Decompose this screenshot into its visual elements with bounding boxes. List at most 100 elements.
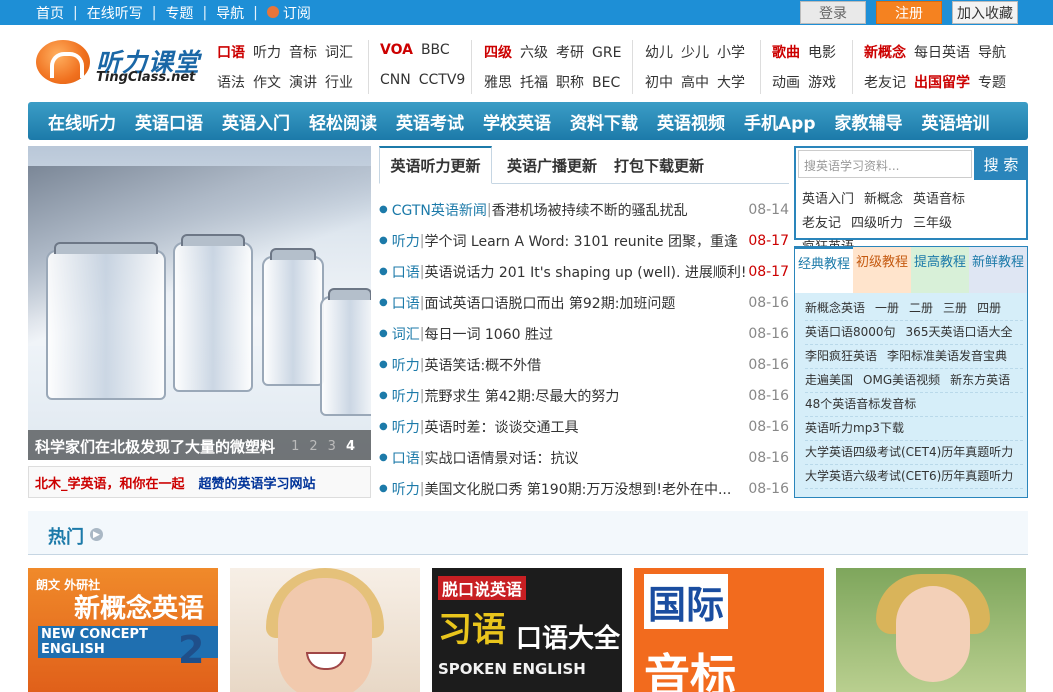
- cat-link[interactable]: BEC: [592, 75, 620, 91]
- list-item[interactable]: ● 听力 | 美国文化脱口秀 第190期:万万没想到!老外在中... 08-16: [379, 473, 789, 504]
- tutorial-link[interactable]: 走遍美国: [805, 373, 853, 387]
- nav-item[interactable]: 英语培训: [922, 109, 990, 134]
- hot-title[interactable]: 热门: [48, 523, 84, 549]
- cat-link[interactable]: 大学: [717, 75, 745, 91]
- list-item[interactable]: ● 词汇 | 每日一词 1060 胜过 08-16: [379, 318, 789, 349]
- list-item[interactable]: ● 口语 | 面试英语口语脱口而出 第92期:加班问题 08-16: [379, 287, 789, 318]
- item-title[interactable]: 学个词 Learn A Word: 3101 reunite 团聚，重逢: [424, 231, 738, 251]
- search-button[interactable]: 搜 索: [974, 148, 1028, 180]
- item-tag[interactable]: 听力: [392, 355, 420, 375]
- cat-link[interactable]: 动画: [772, 75, 800, 91]
- chevron-right-icon[interactable]: ▶: [90, 528, 103, 541]
- tutorial-link[interactable]: OMG美语视频: [863, 373, 940, 387]
- list-item[interactable]: ● 听力 | 英语时差：谈谈交通工具 08-16: [379, 411, 789, 442]
- list-item[interactable]: ● CGTN英语新闻 | 香港机场被持续不断的骚乱扰乱 08-14: [379, 194, 789, 225]
- nav-item[interactable]: 在线听力: [48, 109, 116, 134]
- keyword-link[interactable]: 英语音标: [913, 188, 965, 212]
- topics-link[interactable]: 专题: [165, 3, 193, 23]
- tab-advanced-tutorials[interactable]: 提高教程: [911, 247, 969, 293]
- cat-link[interactable]: 四级: [484, 45, 512, 61]
- cat-link[interactable]: 游戏: [808, 75, 836, 91]
- promo-link[interactable]: 北木_学英语，和你在一起: [35, 473, 185, 492]
- tutorial-link[interactable]: 365天英语口语大全: [906, 325, 1013, 339]
- home-link[interactable]: 首页: [36, 3, 64, 23]
- keyword-link[interactable]: 三年级: [913, 212, 952, 236]
- navigation-link[interactable]: 导航: [216, 3, 244, 23]
- add-favorite-button[interactable]: 加入收藏: [952, 1, 1018, 24]
- slide-dot[interactable]: 1: [291, 439, 299, 454]
- cat-link[interactable]: 专题: [978, 75, 1006, 91]
- tutorial-link[interactable]: 二册: [909, 301, 933, 315]
- nav-item[interactable]: 英语口语: [135, 109, 203, 134]
- list-item[interactable]: ● 听力 | 学个词 Learn A Word: 3101 reunite 团聚，重逢…: [379, 225, 789, 256]
- cat-link[interactable]: 小学: [717, 45, 745, 61]
- cat-link[interactable]: BBC: [421, 42, 450, 58]
- item-title[interactable]: 实战口语情景对话：抗议: [424, 448, 578, 468]
- slide-dot[interactable]: 2: [309, 439, 317, 454]
- cat-link[interactable]: 作文: [253, 75, 281, 91]
- cat-link[interactable]: 幼儿: [645, 45, 673, 61]
- item-tag[interactable]: 口语: [392, 448, 420, 468]
- cat-link[interactable]: 新概念: [864, 45, 906, 61]
- nav-item[interactable]: 英语考试: [396, 109, 464, 134]
- list-item[interactable]: ● 口语 | 英语说话力 201 It's shaping up (well). 进展…: [379, 256, 789, 287]
- nav-item[interactable]: 学校英语: [483, 109, 551, 134]
- search-input[interactable]: 搜英语学习资料...: [798, 150, 972, 178]
- cat-link[interactable]: 音标: [289, 45, 317, 61]
- item-title[interactable]: 每日一词 1060 胜过: [424, 324, 553, 344]
- nav-item[interactable]: 轻松阅读: [309, 109, 377, 134]
- tutorial-link[interactable]: 英语听力mp3下载: [805, 421, 904, 435]
- item-tag[interactable]: 听力: [392, 231, 420, 251]
- cat-link[interactable]: 雅思: [484, 75, 512, 91]
- nav-item[interactable]: 英语入门: [222, 109, 290, 134]
- tutorial-link[interactable]: 48个英语音标发音标: [805, 397, 916, 411]
- cat-link[interactable]: CNN: [380, 72, 411, 88]
- tab-classic-tutorials[interactable]: 经典教程: [795, 247, 853, 293]
- hot-thumb-new-concept[interactable]: 朗文 外研社 新概念英语 NEW CONCEPT ENGLISH 2: [28, 568, 218, 692]
- subscribe-link[interactable]: 订阅: [283, 3, 311, 23]
- hot-thumb-idioms-book[interactable]: 脱口说英语 习语 口语大全 SPOKEN ENGLISH: [432, 568, 622, 692]
- cat-link[interactable]: 托福: [520, 75, 548, 91]
- cat-link[interactable]: 出国留学: [914, 75, 970, 91]
- cat-link[interactable]: 歌曲: [772, 45, 800, 61]
- register-button[interactable]: 注册: [876, 1, 942, 24]
- cat-link[interactable]: 初中: [645, 75, 673, 91]
- item-tag[interactable]: 词汇: [392, 324, 420, 344]
- promo-link[interactable]: 超赞的英语学习网站: [199, 473, 316, 492]
- list-item[interactable]: ● 听力 | 英语笑话:概不外借 08-16: [379, 349, 789, 380]
- cat-link[interactable]: 语法: [217, 75, 245, 91]
- tutorial-link[interactable]: 李阳标准美语发音宝典: [887, 349, 1007, 363]
- item-title[interactable]: 面试英语口语脱口而出 第92期:加班问题: [424, 293, 675, 313]
- tutorial-link[interactable]: 一册: [875, 301, 899, 315]
- tutorial-link[interactable]: 四册: [977, 301, 1001, 315]
- list-item[interactable]: ● 听力 | 荒野求生 第42期:尽最大的努力 08-16: [379, 380, 789, 411]
- tutorial-link[interactable]: 大学英语六级考试(CET6)历年真题听力: [805, 469, 1013, 483]
- dictation-link[interactable]: 在线听写: [87, 3, 143, 23]
- item-tag[interactable]: 听力: [392, 417, 420, 437]
- tutorial-link[interactable]: 新概念英语: [805, 301, 865, 315]
- nav-item[interactable]: 英语视频: [657, 109, 725, 134]
- item-title[interactable]: 英语时差：谈谈交通工具: [424, 417, 578, 437]
- list-item[interactable]: ● 口语 | 实战口语情景对话：抗议 08-16: [379, 442, 789, 473]
- tutorial-link[interactable]: 三册: [943, 301, 967, 315]
- cat-link[interactable]: GRE: [592, 45, 621, 61]
- nav-item[interactable]: 资料下载: [570, 109, 638, 134]
- keyword-link[interactable]: 新概念: [864, 188, 903, 212]
- keyword-link[interactable]: 英语入门: [802, 188, 854, 212]
- cat-link[interactable]: 词汇: [325, 45, 353, 61]
- login-button[interactable]: 登录: [800, 1, 866, 24]
- cat-link[interactable]: 导航: [978, 45, 1006, 61]
- slide-dot-active[interactable]: 4: [346, 439, 355, 454]
- item-tag[interactable]: CGTN英语新闻: [392, 200, 487, 220]
- tab-new-tutorials[interactable]: 新鲜教程: [969, 247, 1027, 293]
- cat-link[interactable]: 行业: [325, 75, 353, 91]
- cat-link[interactable]: 老友记: [864, 75, 906, 91]
- keyword-link[interactable]: 老友记: [802, 212, 841, 236]
- cat-link[interactable]: 电影: [808, 45, 836, 61]
- tab-beginner-tutorials[interactable]: 初级教程: [853, 247, 911, 293]
- cat-link[interactable]: 职称: [556, 75, 584, 91]
- cat-link[interactable]: 每日英语: [914, 45, 970, 61]
- site-logo[interactable]: 听力课堂 TingClass.net: [36, 40, 206, 90]
- tab-listening-updates[interactable]: 英语听力更新: [379, 146, 492, 184]
- tutorial-link[interactable]: 英语口语8000句: [805, 325, 896, 339]
